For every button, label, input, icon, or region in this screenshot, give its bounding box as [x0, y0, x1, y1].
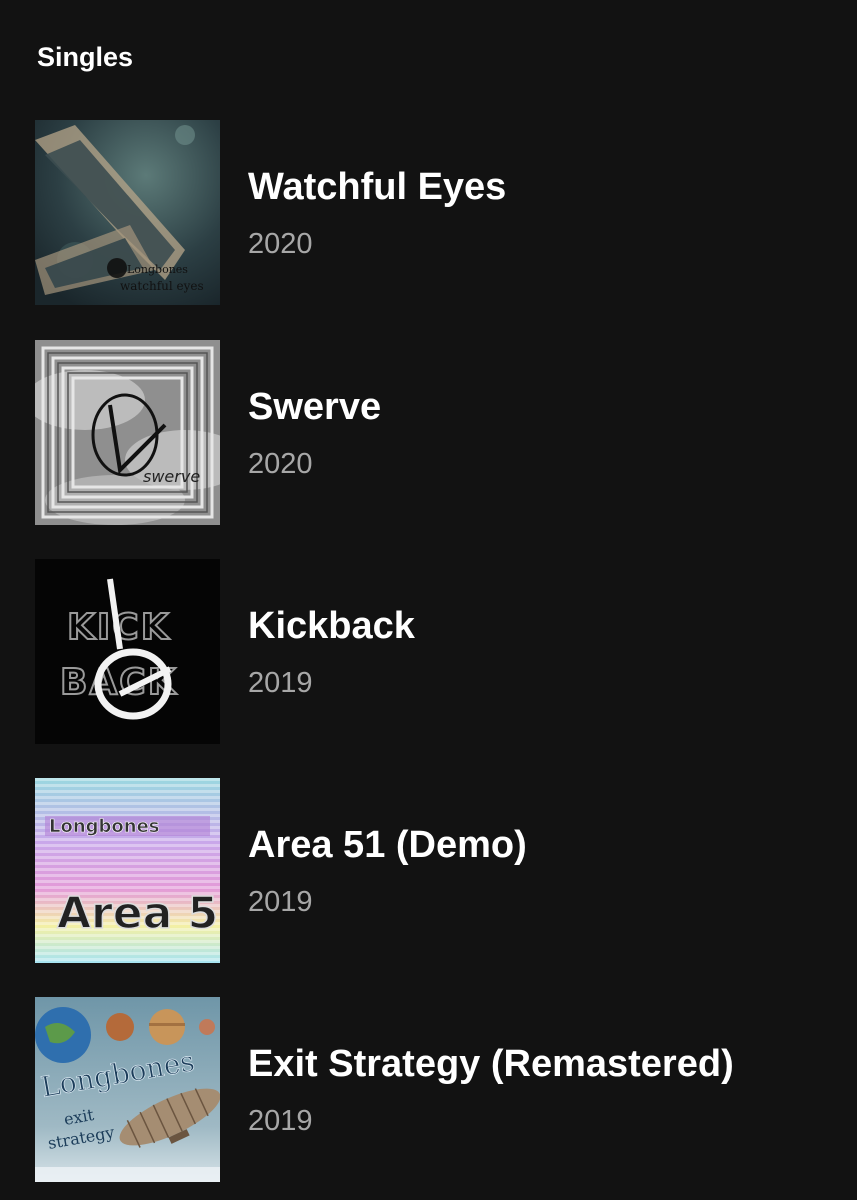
single-item-area-51-demo[interactable]: Longbones Area 51 Area 51 (Demo) 2019	[35, 778, 825, 963]
single-title[interactable]: Kickback	[248, 603, 415, 649]
single-title[interactable]: Area 51 (Demo)	[248, 822, 527, 868]
single-year: 2020	[248, 448, 313, 480]
cover-art-swerve[interactable]: swerve	[35, 340, 220, 525]
single-title[interactable]: Exit Strategy (Remastered)	[248, 1041, 734, 1087]
cover-art-exit-strategy[interactable]: Longbones exit strategy	[35, 997, 220, 1182]
cover-label-watchful-eyes: watchful eyes	[120, 279, 204, 293]
single-title[interactable]: Swerve	[248, 384, 381, 430]
cover-art-kickback[interactable]: KICK BACK	[35, 559, 220, 744]
single-year: 2019	[248, 1105, 313, 1137]
cover-label-longbones: Longbones	[127, 263, 188, 276]
cover-art-area-51[interactable]: Longbones Area 51	[35, 778, 220, 963]
single-year: 2020	[248, 228, 313, 260]
single-item-watchful-eyes[interactable]: Longbones watchful eyes Watchful Eyes 20…	[35, 120, 825, 305]
single-item-swerve[interactable]: swerve Swerve 2020	[35, 340, 825, 525]
cover-label-swerve: swerve	[143, 467, 200, 486]
cover-label-longbones: Longbones	[49, 816, 160, 837]
section-title-singles: Singles	[37, 42, 134, 72]
cover-label-area-51: Area 51	[57, 888, 220, 939]
single-title[interactable]: Watchful Eyes	[248, 164, 506, 210]
single-item-kickback[interactable]: KICK BACK Kickback 2019	[35, 559, 825, 744]
cover-art-watchful-eyes[interactable]: Longbones watchful eyes	[35, 120, 220, 305]
single-year: 2019	[248, 886, 313, 918]
single-year: 2019	[248, 667, 313, 699]
single-item-exit-strategy-remastered[interactable]: Longbones exit strategy Exit Strategy (R…	[35, 997, 825, 1182]
